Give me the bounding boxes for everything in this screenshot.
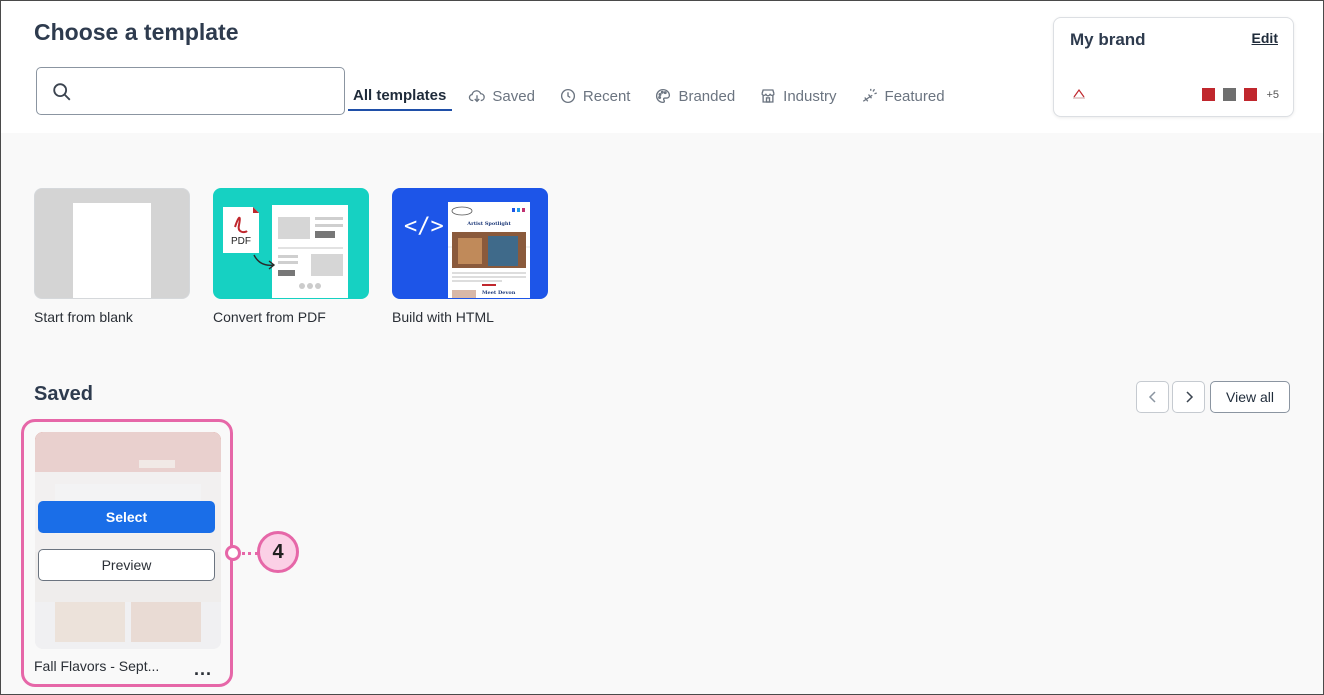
search-icon <box>53 83 71 101</box>
template-tabs: All templates Saved Recent Branded Indus… <box>348 81 967 115</box>
my-brand-card: My brand Edit +5 <box>1053 17 1294 117</box>
brand-edit-link[interactable]: Edit <box>1252 30 1278 46</box>
storefront-icon <box>761 89 775 103</box>
tab-label: Industry <box>783 87 837 105</box>
tab-label: Saved <box>492 87 535 105</box>
html-preview-heading: Artist Spotlight <box>467 221 511 227</box>
color-swatch <box>1244 88 1258 101</box>
tile-label: Build with HTML <box>392 309 494 325</box>
tile-label: Start from blank <box>34 309 133 325</box>
brand-color-swatches: +5 <box>1194 88 1279 101</box>
build-with-html-tile[interactable]: </> Artist Spotlight Meet Devon Build wi… <box>392 188 548 325</box>
color-swatch <box>1202 88 1216 101</box>
tab-featured[interactable]: Featured <box>859 81 947 111</box>
search-box[interactable] <box>36 67 345 115</box>
start-options: Start from blank PDF Convert from PDF </… <box>34 188 571 325</box>
code-icon: </> <box>404 214 444 239</box>
page-title: Choose a template <box>34 19 239 45</box>
html-email-preview: Artist Spotlight Meet Devon <box>448 202 530 298</box>
html-preview-subheading: Meet Devon <box>482 290 516 296</box>
blank-sheet <box>73 203 151 298</box>
saved-prev-button[interactable] <box>1136 381 1169 413</box>
saved-template-card[interactable]: Select Preview Fall Flavors - Sept... ..… <box>21 419 233 687</box>
chevron-left-icon <box>1148 391 1156 403</box>
hover-overlay <box>35 432 221 649</box>
search-input[interactable] <box>81 76 336 106</box>
blank-thumbnail <box>34 188 190 299</box>
html-thumbnail: </> Artist Spotlight Meet Devon <box>392 188 548 299</box>
cloud-download-icon <box>469 90 486 103</box>
tab-saved[interactable]: Saved <box>466 81 537 111</box>
tab-label: Recent <box>582 87 631 105</box>
tab-all-templates[interactable]: All templates <box>348 81 453 111</box>
callout-anchor-dot <box>225 545 241 561</box>
brand-title: My brand <box>1070 30 1146 49</box>
select-button[interactable]: Select <box>38 501 215 533</box>
megaphone-icon <box>862 88 877 102</box>
saved-template-name: Fall Flavors - Sept... <box>34 658 160 674</box>
tab-industry[interactable]: Industry <box>757 81 838 111</box>
html-preview-art <box>448 206 530 298</box>
tab-label: Featured <box>884 87 945 105</box>
pdf-badge: PDF <box>231 236 251 247</box>
convert-from-pdf-tile[interactable]: PDF Convert from PDF <box>213 188 369 325</box>
chevron-right-icon <box>1185 391 1193 403</box>
saved-template-thumbnail <box>35 432 221 649</box>
brand-logo-icon <box>1073 88 1085 99</box>
saved-section-title: Saved <box>34 383 93 405</box>
tile-label: Convert from PDF <box>213 309 326 325</box>
pdf-thumbnail: PDF <box>213 188 369 299</box>
app-frame: Choose a template All templates Saved Re… <box>0 0 1324 695</box>
tab-label: Branded <box>678 87 736 105</box>
header: Choose a template All templates Saved Re… <box>1 1 1323 133</box>
preview-button[interactable]: Preview <box>38 549 215 581</box>
tab-recent[interactable]: Recent <box>557 81 633 111</box>
start-from-blank-tile[interactable]: Start from blank <box>34 188 190 325</box>
more-colors-count: +5 <box>1266 88 1279 101</box>
clock-icon <box>560 88 575 104</box>
tab-branded[interactable]: Branded <box>652 81 737 111</box>
view-all-button[interactable]: View all <box>1210 381 1290 413</box>
more-options-button[interactable]: ... <box>194 660 212 678</box>
color-swatch <box>1223 88 1237 101</box>
callout-number-badge: 4 <box>257 531 299 573</box>
tab-label: All templates <box>353 86 447 104</box>
saved-next-button[interactable] <box>1172 381 1205 413</box>
palette-icon <box>656 88 671 104</box>
